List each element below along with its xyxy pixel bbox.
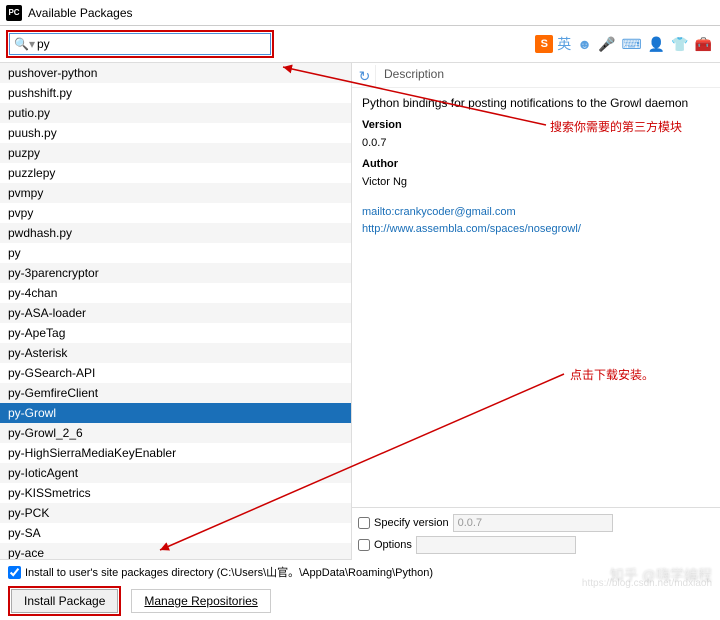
options-panel: Specify version Options: [352, 507, 720, 560]
options-label: Options: [374, 539, 412, 551]
search-input[interactable]: [37, 37, 266, 51]
titlebar: PC Available Packages: [0, 0, 720, 26]
ime-keyboard-icon[interactable]: ⌨: [619, 35, 643, 53]
author-value: Victor Ng: [362, 174, 710, 192]
install-user-checkbox[interactable]: [8, 566, 21, 579]
description-heading: Description: [376, 63, 452, 87]
package-item[interactable]: py-KISSmetrics: [0, 483, 351, 503]
package-item[interactable]: py-Growl_2_6: [0, 423, 351, 443]
package-item[interactable]: py-3parencryptor: [0, 263, 351, 283]
package-item[interactable]: py-Asterisk: [0, 343, 351, 363]
package-item[interactable]: py-HighSierraMediaKeyEnabler: [0, 443, 351, 463]
package-item[interactable]: puzpy: [0, 143, 351, 163]
install-user-label: Install to user's site packages director…: [25, 564, 433, 580]
detail-header: ↻ Description: [352, 63, 720, 88]
package-item[interactable]: pushover-python: [0, 63, 351, 83]
mailto-link[interactable]: mailto:crankycoder@gmail.com: [362, 204, 710, 222]
ime-emotion-icon[interactable]: ☻: [575, 35, 594, 53]
search-highlight-box: 🔍▾: [6, 30, 274, 58]
ime-lang-button[interactable]: 英: [555, 35, 573, 53]
package-item[interactable]: puzzlepy: [0, 163, 351, 183]
ime-mic-icon[interactable]: 🎤: [596, 35, 617, 53]
package-item[interactable]: pwdhash.py: [0, 223, 351, 243]
specify-version-label: Specify version: [374, 517, 449, 529]
package-item[interactable]: py-IoticAgent: [0, 463, 351, 483]
package-item[interactable]: pvmpy: [0, 183, 351, 203]
detail-pane: ↻ Description Python bindings for postin…: [352, 63, 720, 560]
specify-version-input[interactable]: [453, 514, 613, 532]
specify-version-checkbox[interactable]: [358, 517, 370, 529]
ime-brand-icon[interactable]: S: [535, 35, 553, 53]
version-value: 0.0.7: [362, 135, 710, 153]
package-item[interactable]: pushshift.py: [0, 83, 351, 103]
package-item[interactable]: py-GSearch-API: [0, 363, 351, 383]
ime-skin-icon[interactable]: 👕: [669, 35, 690, 53]
options-checkbox[interactable]: [358, 539, 370, 551]
options-input[interactable]: [416, 536, 576, 554]
package-item[interactable]: puush.py: [0, 123, 351, 143]
package-list[interactable]: pushover-pythonpushshift.pyputio.pypuush…: [0, 63, 351, 560]
window-title: Available Packages: [28, 6, 133, 20]
content-area: pushover-pythonpushshift.pyputio.pypuush…: [0, 62, 720, 560]
search-input-wrap[interactable]: 🔍▾: [9, 33, 271, 55]
manage-repositories-button[interactable]: Manage Repositories: [131, 589, 270, 613]
reload-button[interactable]: ↻: [354, 65, 376, 87]
package-list-pane: pushover-pythonpushshift.pyputio.pypuush…: [0, 63, 352, 560]
ime-person-icon[interactable]: 👤: [646, 35, 667, 53]
package-item[interactable]: py-ASA-loader: [0, 303, 351, 323]
package-item[interactable]: py-GemfireClient: [0, 383, 351, 403]
homepage-link[interactable]: http://www.assembla.com/spaces/nosegrowl…: [362, 221, 710, 239]
package-item[interactable]: py-SA: [0, 523, 351, 543]
ime-toolbox-icon[interactable]: 🧰: [693, 35, 714, 53]
package-item[interactable]: py-Growl: [0, 403, 351, 423]
package-item[interactable]: py-PCK: [0, 503, 351, 523]
package-item[interactable]: py-4chan: [0, 283, 351, 303]
version-label: Version: [362, 117, 710, 135]
description-body: Python bindings for posting notification…: [352, 88, 720, 245]
ime-toolbar: S 英 ☻ 🎤 ⌨ 👤 👕 🧰: [535, 35, 714, 53]
package-item[interactable]: py: [0, 243, 351, 263]
author-label: Author: [362, 156, 710, 174]
search-icon: 🔍▾: [14, 37, 35, 51]
package-item[interactable]: py-ApeTag: [0, 323, 351, 343]
package-item[interactable]: putio.py: [0, 103, 351, 123]
search-row: 🔍▾ S 英 ☻ 🎤 ⌨ 👤 👕 🧰: [0, 26, 720, 62]
app-icon: PC: [6, 5, 22, 21]
footer: Install to user's site packages director…: [0, 560, 720, 620]
package-item[interactable]: py-ace: [0, 543, 351, 560]
package-item[interactable]: pvpy: [0, 203, 351, 223]
description-text: Python bindings for posting notification…: [362, 94, 710, 113]
install-package-button[interactable]: Install Package: [11, 589, 118, 613]
